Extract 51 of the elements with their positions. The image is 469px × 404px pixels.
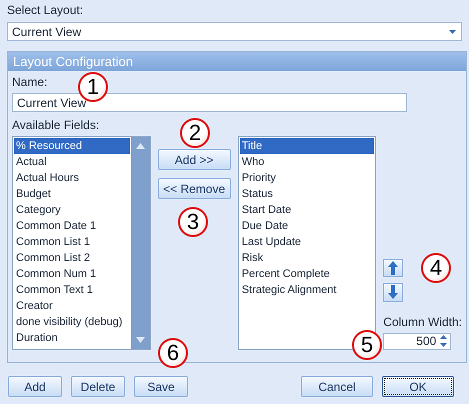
- list-item[interactable]: done visibility (debug): [14, 314, 130, 330]
- list-item[interactable]: Budget: [14, 186, 130, 202]
- list-item[interactable]: Strategic Alignment: [240, 282, 374, 298]
- list-item[interactable]: Due Date: [240, 218, 374, 234]
- footer-button[interactable]: Add: [8, 376, 62, 397]
- list-item[interactable]: Creator: [14, 298, 130, 314]
- list-item[interactable]: Last Update: [240, 234, 374, 250]
- list-item[interactable]: Category: [14, 202, 130, 218]
- name-field[interactable]: Current View: [12, 93, 407, 112]
- list-item[interactable]: % Resourced: [14, 138, 130, 154]
- panel-title: Layout Configuration: [8, 52, 466, 71]
- list-item[interactable]: Priority: [240, 170, 374, 186]
- column-width-label: Column Width:: [383, 314, 462, 329]
- available-fields-list[interactable]: % Resourced Actual Actual Hours Budget Category Common Date 1 Common List 1 Common List 2 Common Num 1 Common Text 1 Creator done visibility (debug) Duration: [12, 136, 151, 350]
- footer-button[interactable]: Cancel: [301, 376, 373, 397]
- list-item[interactable]: Common List 2: [14, 250, 130, 266]
- numbered-callout: 4: [421, 253, 451, 283]
- numbered-callout: 2: [180, 118, 210, 148]
- move-up-button[interactable]: [383, 259, 404, 278]
- list-item[interactable]: Duration: [14, 330, 130, 346]
- list-item[interactable]: Title: [240, 138, 374, 154]
- scroll-up-icon[interactable]: [136, 143, 145, 149]
- numbered-callout: 5: [352, 330, 382, 360]
- footer-button[interactable]: Delete: [71, 376, 125, 397]
- list-item[interactable]: Common List 1: [14, 234, 130, 250]
- list-item[interactable]: Actual: [14, 154, 130, 170]
- name-label: Name:: [12, 75, 48, 89]
- list-item[interactable]: Common Text 1: [14, 282, 130, 298]
- list-item[interactable]: Percent Complete: [240, 266, 374, 282]
- add-field-button[interactable]: Add >>: [158, 149, 231, 170]
- list-item[interactable]: Who: [240, 154, 374, 170]
- list-item[interactable]: Common Date 1: [14, 218, 130, 234]
- column-width-spinner[interactable]: 500: [383, 332, 452, 350]
- list-item[interactable]: Risk: [240, 250, 374, 266]
- caret-icon: [449, 30, 456, 34]
- numbered-callout: 1: [78, 72, 108, 102]
- list-item[interactable]: Status: [240, 186, 374, 202]
- available-fields-label: Available Fields:: [12, 118, 100, 132]
- layout-dropdown[interactable]: Current View: [7, 22, 462, 41]
- scrollbar[interactable]: [130, 137, 150, 349]
- list-item[interactable]: Common Num 1: [14, 266, 130, 282]
- move-down-button[interactable]: [383, 283, 404, 302]
- footer-button[interactable]: Save: [134, 376, 188, 397]
- remove-field-button[interactable]: << Remove: [158, 178, 231, 199]
- footer-button[interactable]: OK: [382, 376, 454, 397]
- list-item[interactable]: Actual Hours: [14, 170, 130, 186]
- numbered-callout: 3: [178, 207, 208, 237]
- list-item[interactable]: Start Date: [240, 202, 374, 218]
- scroll-down-icon[interactable]: [136, 337, 145, 343]
- select-layout-label: Select Layout:: [7, 3, 84, 17]
- numbered-callout: 6: [158, 338, 188, 368]
